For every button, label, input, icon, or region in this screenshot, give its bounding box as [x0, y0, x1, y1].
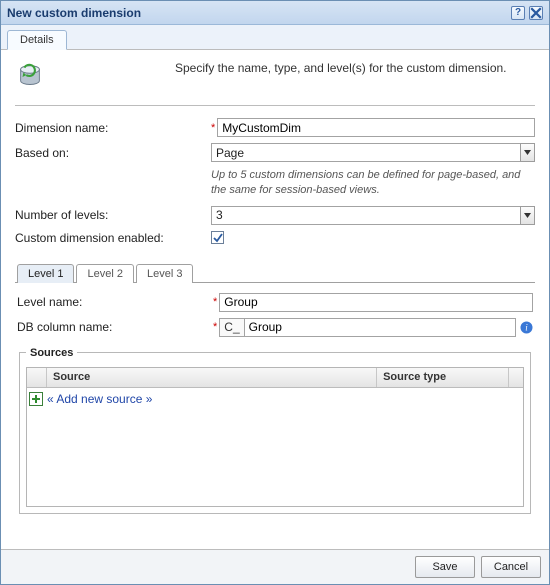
info-icon[interactable]: i [520, 321, 533, 334]
cancel-button[interactable]: Cancel [481, 556, 541, 578]
separator [15, 105, 535, 106]
save-button[interactable]: Save [415, 556, 475, 578]
col-spacer [509, 368, 523, 387]
db-column-label: DB column name: [17, 320, 213, 334]
help-icon[interactable]: ? [511, 6, 525, 20]
tab-details[interactable]: Details [7, 30, 67, 50]
close-icon[interactable] [529, 6, 543, 20]
based-on-label: Based on: [15, 146, 211, 160]
col-icon [27, 368, 47, 387]
col-source-type: Source type [377, 368, 509, 387]
num-levels-label: Number of levels: [15, 208, 211, 222]
num-levels-select[interactable] [211, 206, 520, 225]
dimension-name-input[interactable] [217, 118, 535, 137]
dimension-db-icon [15, 60, 55, 95]
required-mark: * [213, 296, 217, 308]
sources-grid-header: Source Source type [27, 368, 523, 388]
required-mark: * [213, 321, 217, 333]
window-title: New custom dimension [7, 6, 141, 20]
plus-icon [29, 392, 43, 406]
dimension-name-label: Dimension name: [15, 121, 211, 135]
button-bar: Save Cancel [1, 549, 549, 584]
num-levels-dropdown-button[interactable] [520, 206, 535, 225]
col-source: Source [47, 368, 377, 387]
add-source-label: « Add new source » [47, 392, 152, 406]
based-on-dropdown-button[interactable] [520, 143, 535, 162]
level-tab-strip: Level 1 Level 2 Level 3 [15, 263, 535, 283]
based-on-select[interactable] [211, 143, 520, 162]
level-name-input[interactable] [219, 293, 533, 312]
level-name-label: Level name: [17, 295, 213, 309]
enabled-label: Custom dimension enabled: [15, 231, 211, 245]
db-column-prefix: C_ [219, 318, 243, 337]
enabled-checkbox[interactable] [211, 231, 224, 244]
tab-level-3[interactable]: Level 3 [136, 264, 193, 283]
tab-level-1[interactable]: Level 1 [17, 264, 74, 283]
sources-group: Sources Source Source type « Add new sou… [19, 347, 531, 514]
sources-legend: Sources [26, 347, 77, 359]
tab-level-2[interactable]: Level 2 [76, 264, 133, 283]
db-column-input[interactable] [244, 318, 516, 337]
sources-grid: Source Source type « Add new source » [26, 367, 524, 507]
add-new-source-link[interactable]: « Add new source » [27, 388, 523, 410]
based-on-hint: Up to 5 custom dimensions can be defined… [211, 168, 535, 198]
title-bar: New custom dimension ? [1, 1, 549, 25]
intro-text: Specify the name, type, and level(s) for… [55, 60, 535, 95]
required-mark: * [211, 122, 215, 134]
outer-tab-strip: Details [1, 25, 549, 50]
